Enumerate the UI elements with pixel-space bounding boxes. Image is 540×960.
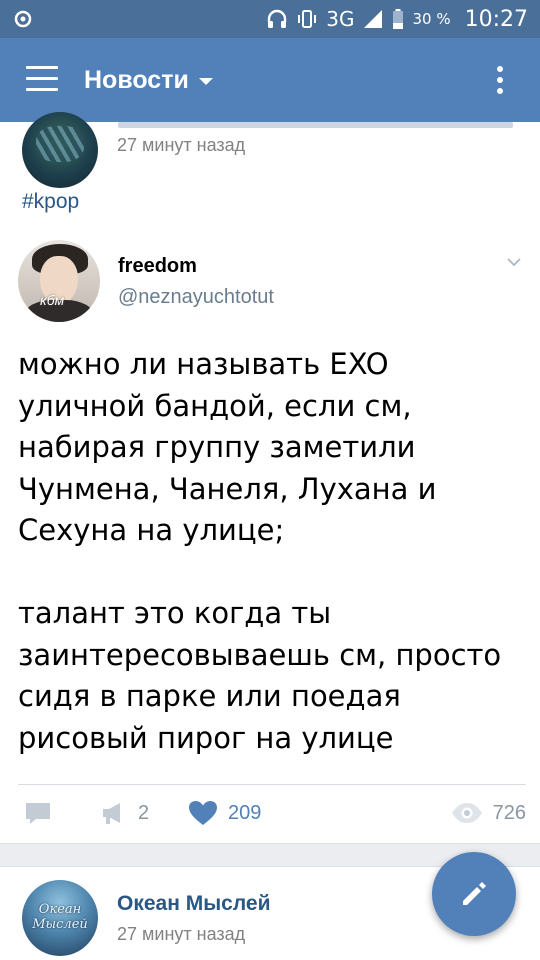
avatar-logo-text: Океан Мыслей <box>22 902 98 932</box>
eye-icon <box>451 803 482 823</box>
vibrate-icon <box>298 10 317 28</box>
post-time: 27 минут назад <box>117 924 246 944</box>
network-type: 3G <box>326 7 355 31</box>
megaphone-icon <box>103 803 120 824</box>
views-count: 726 <box>492 801 526 824</box>
previous-post: 27 минут назад #kpop <box>0 112 540 232</box>
comment-bubble-icon <box>26 803 50 824</box>
hamburger-menu-icon[interactable] <box>26 66 58 92</box>
avatar[interactable]: Океан Мыслей <box>22 880 98 956</box>
avatar[interactable] <box>22 112 98 188</box>
headphones-icon <box>268 9 287 28</box>
compose-button[interactable] <box>432 852 516 936</box>
notification-circle-icon <box>14 10 32 28</box>
avatar-logo-line: Океан <box>38 902 82 917</box>
post-time: 27 минут назад <box>117 135 246 155</box>
page-title: Новости <box>84 65 189 94</box>
pencil-icon <box>463 882 486 905</box>
comment-button[interactable] <box>24 790 62 836</box>
share-count: 2 <box>138 801 150 824</box>
signal-icon <box>364 10 383 28</box>
clock: 10:27 <box>464 6 528 32</box>
like-button[interactable]: 209 <box>188 790 261 836</box>
tweet-author-name[interactable]: freedom <box>118 255 197 278</box>
avatar-overlay-text: кбм <box>40 292 65 308</box>
tweet-author-handle[interactable]: @neznayuchtotut <box>118 286 274 309</box>
feed-selector[interactable]: Новости <box>84 62 213 98</box>
post-author-cropped <box>118 122 513 128</box>
battery-icon <box>393 9 404 29</box>
post-author-name[interactable]: Океан Мыслей <box>117 892 270 916</box>
battery-percent: 30 % <box>412 10 451 28</box>
tweet-avatar[interactable]: кбм <box>18 240 100 322</box>
status-bar: 3G 30 % 10:27 <box>0 0 540 38</box>
status-bar-right: 3G 30 % 10:27 <box>266 0 528 38</box>
app-bar: Новости <box>0 38 540 122</box>
heart-icon <box>189 801 217 825</box>
chevron-down-icon[interactable] <box>506 254 522 270</box>
views-counter: 726 <box>451 790 526 836</box>
like-count: 209 <box>228 801 262 824</box>
hashtag-link[interactable]: #kpop <box>22 190 79 214</box>
post-actions: 2 209 726 <box>0 790 540 836</box>
avatar-logo-line: Мыслей <box>32 917 88 932</box>
tweet-text: можно ли называть EXO уличной бандой, ес… <box>18 347 502 755</box>
vertical-dots-icon[interactable] <box>496 66 504 94</box>
share-button[interactable]: 2 <box>100 790 149 836</box>
caret-down-icon <box>198 77 213 85</box>
tweet-bottom-border <box>18 784 526 785</box>
